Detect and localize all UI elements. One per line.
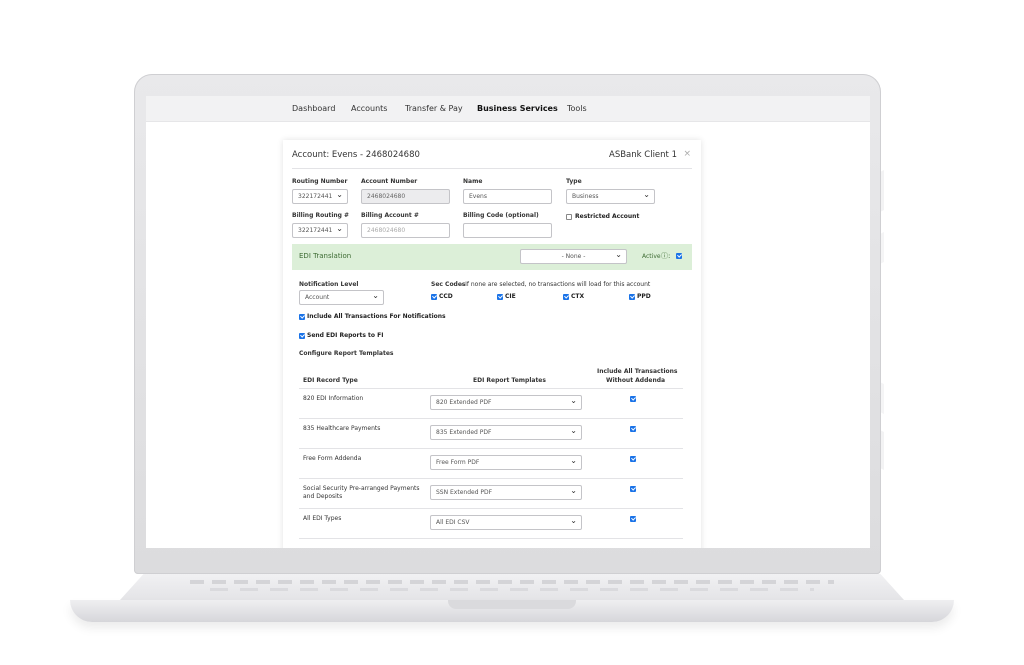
routing-label: Routing Number — [292, 178, 348, 185]
table-row-type: 835 Healthcare Payments — [303, 425, 381, 432]
edi-translation-title: EDI Translation — [299, 252, 352, 260]
configure-templates-heading: Configure Report Templates — [299, 350, 394, 357]
table-row-template-select[interactable]: 835 Extended PDF — [430, 425, 582, 440]
laptop-screen: Dashboard Accounts Transfer & Pay Busine… — [146, 96, 870, 548]
nav-dashboard[interactable]: Dashboard — [292, 104, 335, 113]
table-divider — [299, 448, 683, 449]
col-report-templates: EDI Report Templates — [473, 377, 546, 384]
type-select[interactable]: Business — [566, 189, 655, 204]
sec-code-cie-checkbox[interactable] — [497, 294, 503, 300]
sec-code-ctx-checkbox[interactable] — [563, 294, 569, 300]
table-row-template-select[interactable]: Free Form PDF — [430, 455, 582, 470]
nav-accounts[interactable]: Accounts — [351, 104, 387, 113]
col-record-type: EDI Record Type — [303, 377, 358, 384]
billing-account-field[interactable]: 2468024680 — [361, 223, 450, 238]
client-name: ASBank Client 1 — [609, 150, 677, 160]
sec-code-ccd-checkbox[interactable] — [431, 294, 437, 300]
table-row-include-checkbox[interactable] — [630, 516, 636, 522]
col-include-line1: Include All Transactions — [597, 368, 678, 375]
include-all-label: Include All Transactions For Notificatio… — [307, 313, 446, 320]
name-field[interactable]: Evens — [463, 189, 552, 204]
table-row-type: All EDI Types — [303, 515, 342, 522]
table-row-template-select[interactable]: SSN Extended PDF — [430, 485, 582, 500]
laptop-deck — [120, 574, 904, 600]
account-number-label: Account Number — [361, 178, 418, 185]
edi-translation-select[interactable]: - None - — [520, 249, 627, 264]
routing-select[interactable]: 322172441 — [292, 189, 348, 204]
laptop-keys-row — [210, 588, 814, 591]
card-title: Account: Evens - 2468024680 — [292, 150, 420, 160]
table-row-template-select[interactable]: All EDI CSV — [430, 515, 582, 530]
table-row-include-checkbox[interactable] — [630, 426, 636, 432]
billing-code-label: Billing Code (optional) — [463, 212, 539, 219]
send-reports-checkbox[interactable] — [299, 333, 305, 339]
table-row-include-checkbox[interactable] — [630, 486, 636, 492]
account-number-field: 2468024680 — [361, 189, 450, 204]
billing-routing-select[interactable]: 322172441 — [292, 223, 348, 238]
include-all-checkbox[interactable] — [299, 314, 305, 320]
send-reports-label: Send EDI Reports to FI — [307, 332, 384, 339]
nav-tools[interactable]: Tools — [567, 104, 587, 113]
laptop-base — [70, 574, 954, 628]
active-checkbox[interactable] — [676, 253, 682, 259]
stage: Dashboard Accounts Transfer & Pay Busine… — [0, 0, 1024, 665]
notification-level-label: Notification Level — [299, 281, 359, 288]
col-include-line2: Without Addenda — [606, 377, 666, 384]
table-row-type: 820 EDI Information — [303, 395, 364, 402]
table-row-include-checkbox[interactable] — [630, 396, 636, 402]
info-icon[interactable]: ⓘ: — [661, 251, 670, 261]
table-divider — [299, 388, 683, 389]
table-divider — [299, 418, 683, 419]
account-card: Account: Evens - 2468024680 ASBank Clien… — [283, 140, 701, 548]
table-row-template-select[interactable]: 820 Extended PDF — [430, 395, 582, 410]
nav-transfer-pay[interactable]: Transfer & Pay — [405, 104, 463, 113]
notification-level-select[interactable]: Account — [299, 290, 384, 305]
sec-code-cie-label: CIE — [505, 293, 516, 300]
laptop-notch — [448, 600, 576, 609]
sec-code-ctx-label: CTX — [571, 293, 585, 300]
billing-account-label: Billing Account # — [361, 212, 419, 219]
table-divider — [299, 508, 683, 509]
table-row-type: Free Form Addenda — [303, 455, 362, 462]
active-label: Active — [642, 253, 661, 260]
sec-codes-hint: - If none are selected, no transactions … — [461, 281, 651, 288]
top-nav: Dashboard Accounts Transfer & Pay Busine… — [146, 96, 870, 122]
restricted-account-checkbox[interactable] — [566, 214, 572, 220]
sec-code-ppd-checkbox[interactable] — [629, 294, 635, 300]
sec-code-ppd-label: PPD — [637, 293, 651, 300]
table-row-include-checkbox[interactable] — [630, 456, 636, 462]
billing-routing-label: Billing Routing # — [292, 212, 350, 219]
close-icon[interactable]: × — [683, 149, 691, 159]
table-divider — [299, 478, 683, 479]
edi-translation-bar: EDI Translation - None - Active ⓘ: — [292, 244, 692, 270]
type-label: Type — [566, 178, 582, 185]
table-divider — [299, 538, 683, 539]
billing-code-field[interactable] — [463, 223, 552, 238]
nav-business-services[interactable]: Business Services — [477, 104, 558, 113]
table-row-type: Social Security Pre-arranged Payments an… — [303, 485, 420, 500]
divider — [292, 168, 692, 169]
name-label: Name — [463, 178, 483, 185]
sec-code-ccd-label: CCD — [439, 293, 453, 300]
laptop-keys-row — [190, 580, 834, 584]
restricted-account-label: Restricted Account — [575, 213, 640, 220]
